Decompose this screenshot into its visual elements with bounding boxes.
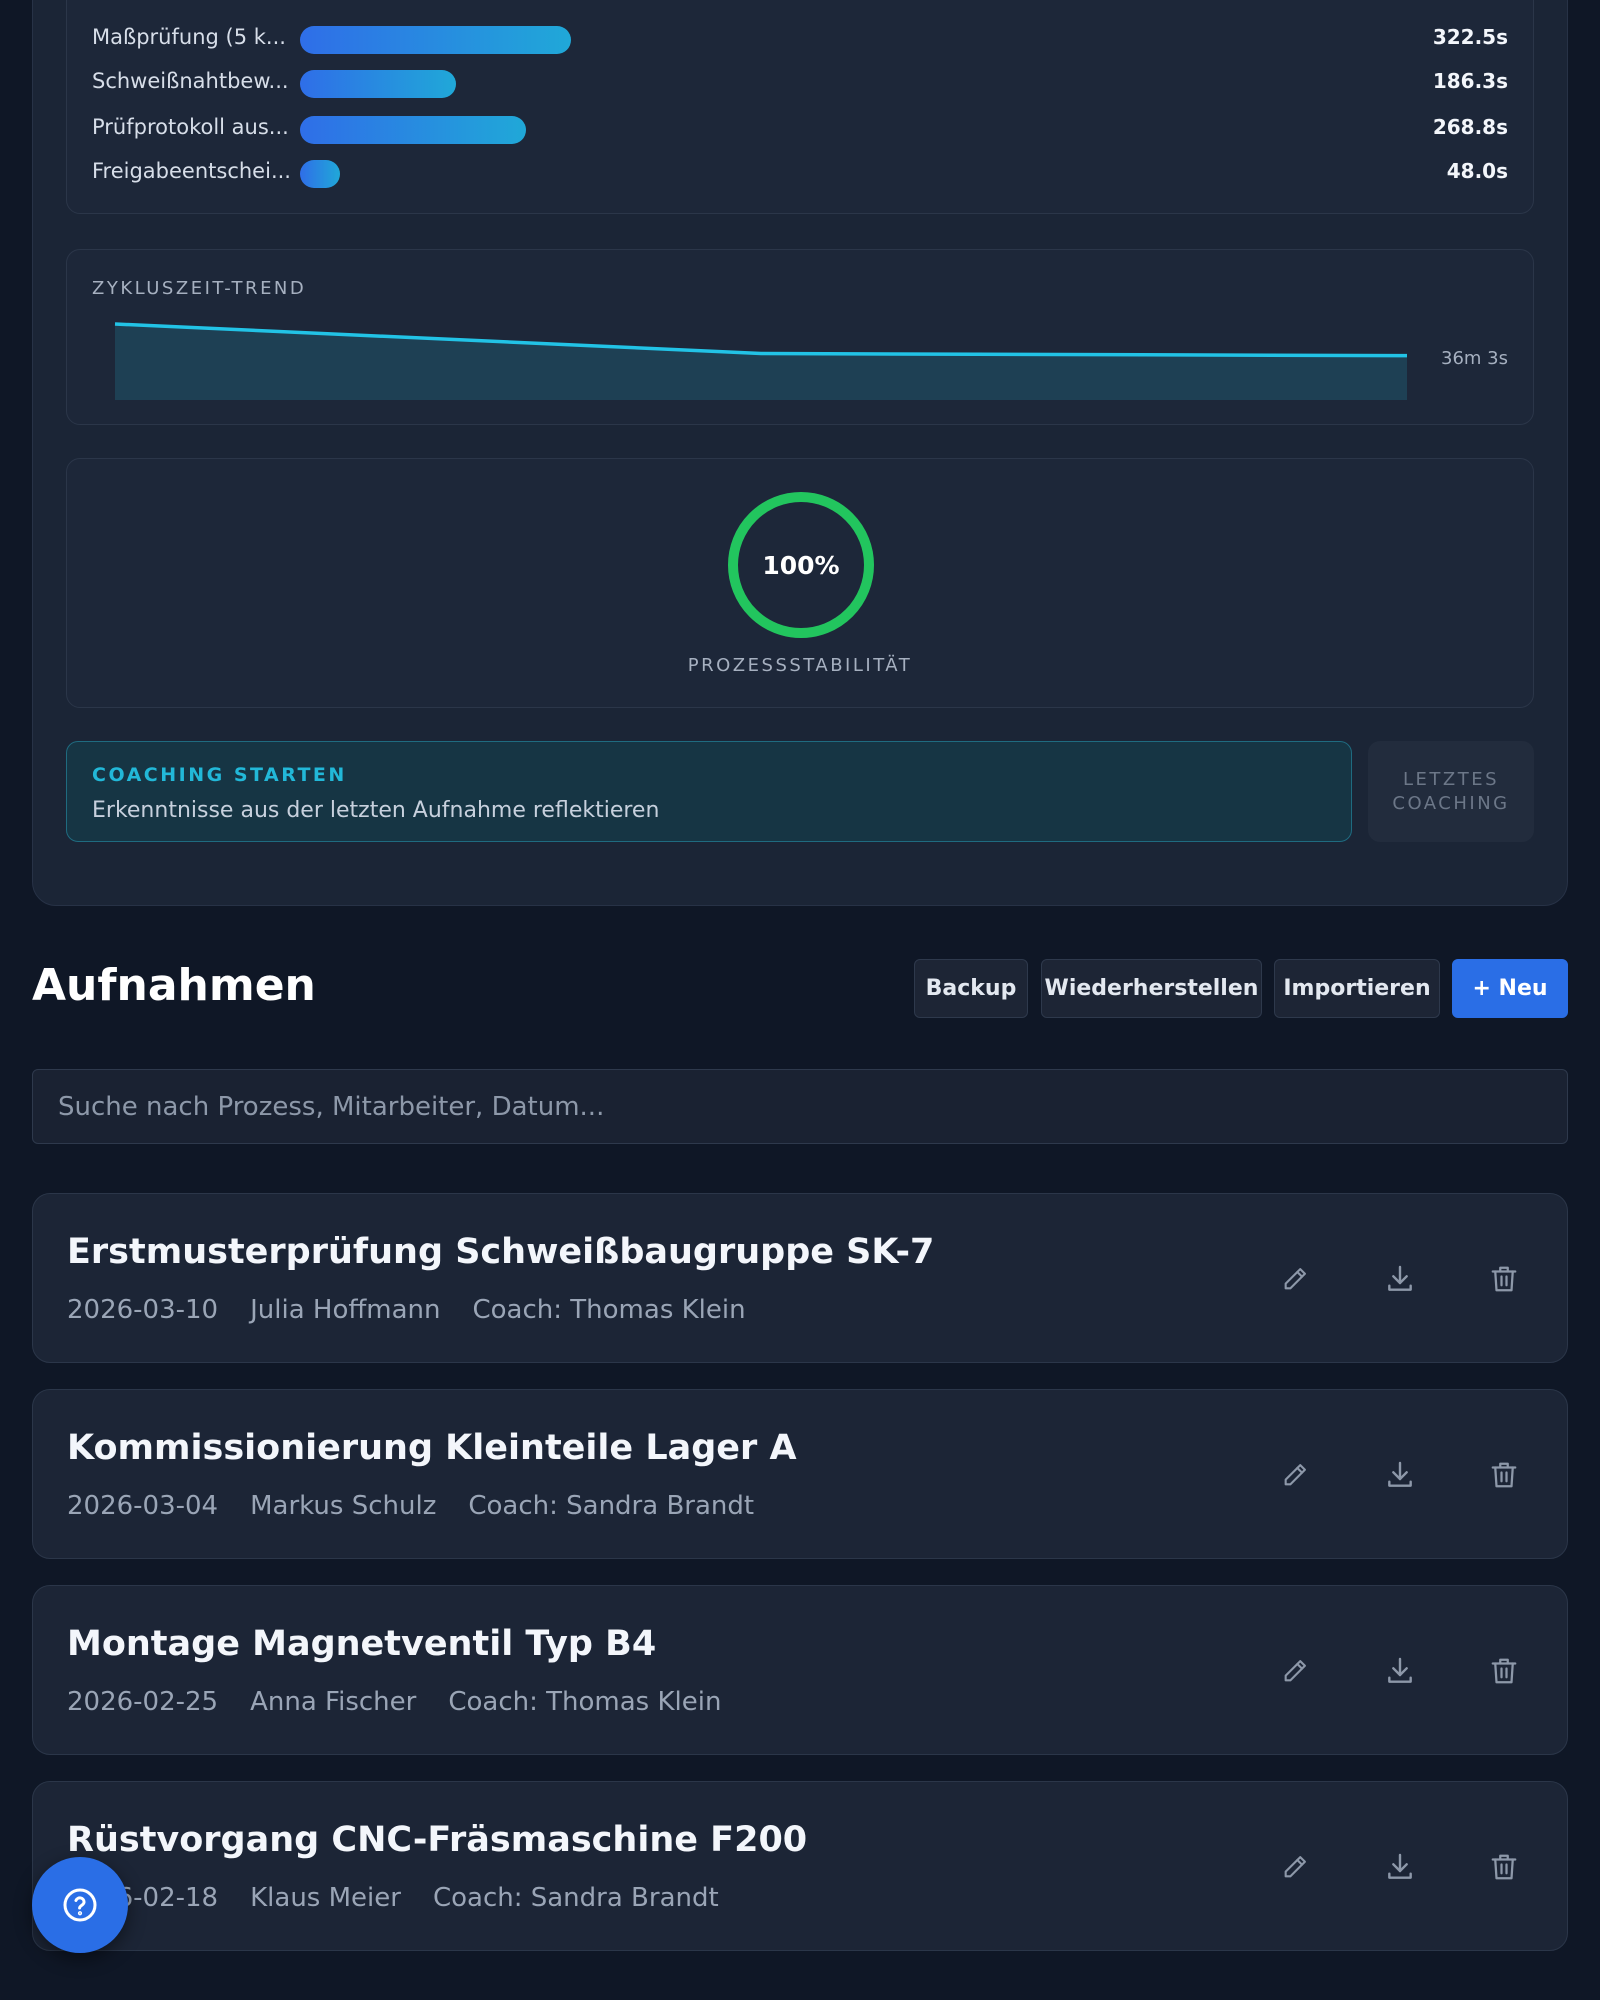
pencil-icon xyxy=(1284,1268,1306,1290)
trash-icon xyxy=(1491,1854,1517,1880)
step-bar xyxy=(300,26,571,54)
recording-coach: Coach: Sandra Brandt xyxy=(468,1491,755,1521)
recording-title: Rüstvorgang CNC-Fräsmaschine F200 xyxy=(67,1820,808,1860)
download-icon xyxy=(1388,1265,1412,1291)
recording-meta: 2026-03-04 Markus Schulz Coach: Sandra Bra… xyxy=(67,1491,786,1521)
trash-icon xyxy=(1491,1266,1517,1292)
delete-button[interactable] xyxy=(1482,1649,1526,1693)
pencil-icon xyxy=(1284,1856,1306,1878)
step-bar-track xyxy=(300,116,1320,144)
delete-button[interactable] xyxy=(1482,1257,1526,1301)
help-button[interactable] xyxy=(32,1857,128,1953)
step-label: Maßprüfung (5 k... xyxy=(92,25,286,49)
step-value: 186.3s xyxy=(1432,69,1508,93)
import-button[interactable]: Importieren xyxy=(1274,959,1440,1018)
trend-last-value: 36m 3s xyxy=(1441,348,1508,369)
download-button[interactable] xyxy=(1378,1845,1422,1889)
recording-employee: Markus Schulz xyxy=(250,1491,437,1521)
question-circle-icon xyxy=(63,1888,97,1922)
start-coaching-button[interactable]: COACHING STARTEN Erkenntnisse aus der le… xyxy=(66,741,1352,842)
recording-employee: Julia Hoffmann xyxy=(250,1295,441,1325)
edit-button[interactable] xyxy=(1273,1453,1317,1497)
download-button[interactable] xyxy=(1378,1257,1422,1301)
start-coaching-subtitle: Erkenntnisse aus der letzten Aufnahme re… xyxy=(92,798,660,823)
download-icon xyxy=(1388,1461,1412,1487)
recording-date: 2026-03-10 xyxy=(67,1295,219,1325)
trend-chart xyxy=(114,322,1408,400)
cycle-time-trend-card: ZYKLUSZEIT-TREND 36m 3s xyxy=(66,249,1534,425)
recording-date: 2026-02-25 xyxy=(67,1687,219,1717)
step-bar-track xyxy=(300,70,1320,98)
recording-coach: Coach: Thomas Klein xyxy=(472,1295,746,1325)
step-row: Prüfprotokoll aus... 268.8s xyxy=(92,111,1508,145)
recording-employee: Klaus Meier xyxy=(250,1883,401,1913)
step-value: 48.0s xyxy=(1446,159,1508,183)
step-bar-track xyxy=(300,160,1320,188)
recording-meta: 2026-02-18 Klaus Meier Coach: Sandra Brand… xyxy=(67,1883,751,1913)
new-recording-button[interactable]: + Neu xyxy=(1452,959,1568,1018)
download-button[interactable] xyxy=(1378,1649,1422,1693)
download-icon xyxy=(1388,1853,1412,1879)
step-row: Freigabeentschei... 48.0s xyxy=(92,155,1508,189)
step-durations-card: Maßprüfung (5 k... 322.5s Schweißnahtbew… xyxy=(66,0,1534,214)
recording-employee: Anna Fischer xyxy=(250,1687,417,1717)
recording-card[interactable]: Erstmusterprüfung Schweißbaugruppe SK-7 … xyxy=(32,1193,1568,1363)
edit-button[interactable] xyxy=(1273,1845,1317,1889)
download-button[interactable] xyxy=(1378,1453,1422,1497)
last-coaching-button[interactable]: LETZTES COACHING xyxy=(1368,741,1534,842)
recording-title: Erstmusterprüfung Schweißbaugruppe SK-7 xyxy=(67,1232,935,1272)
page: Maßprüfung (5 k... 322.5s Schweißnahtbew… xyxy=(0,0,1600,2000)
pencil-icon xyxy=(1284,1464,1306,1486)
stability-percent: 100% xyxy=(762,550,840,580)
step-bar-track xyxy=(300,26,1320,54)
pencil-icon xyxy=(1284,1660,1306,1682)
step-row: Maßprüfung (5 k... 322.5s xyxy=(92,21,1508,55)
step-row: Schweißnahtbew... 186.3s xyxy=(92,65,1508,99)
recording-title: Montage Magnetventil Typ B4 xyxy=(67,1624,657,1664)
edit-button[interactable] xyxy=(1273,1257,1317,1301)
stability-label: PROZESSSTABILITÄT xyxy=(687,655,913,676)
delete-button[interactable] xyxy=(1482,1453,1526,1497)
recording-card[interactable]: Montage Magnetventil Typ B4 2026-02-25 An… xyxy=(32,1585,1568,1755)
recording-card[interactable]: Rüstvorgang CNC-Fräsmaschine F200 2026-0… xyxy=(32,1781,1568,1951)
step-bar xyxy=(300,116,526,144)
trash-icon xyxy=(1491,1462,1517,1488)
trash-icon xyxy=(1491,1658,1517,1684)
step-bar xyxy=(300,70,457,98)
step-bar xyxy=(300,160,341,188)
restore-button[interactable]: Wiederherstellen xyxy=(1041,959,1262,1018)
recording-title: Kommissionierung Kleinteile Lager A xyxy=(67,1428,797,1468)
step-value: 322.5s xyxy=(1432,25,1508,49)
recording-meta: 2026-02-25 Anna Fischer Coach: Thomas Klei… xyxy=(67,1687,753,1717)
step-value: 268.8s xyxy=(1432,115,1508,139)
process-stability-card: 100% PROZESSSTABILITÄT xyxy=(66,458,1534,708)
download-icon xyxy=(1388,1657,1412,1683)
step-label: Freigabeentschei... xyxy=(92,159,291,183)
last-coaching-label: LETZTES COACHING xyxy=(1392,768,1510,814)
recording-coach: Coach: Thomas Klein xyxy=(448,1687,722,1717)
step-label: Prüfprotokoll aus... xyxy=(92,115,289,139)
start-coaching-title: COACHING STARTEN xyxy=(92,764,347,786)
edit-button[interactable] xyxy=(1273,1649,1317,1693)
delete-button[interactable] xyxy=(1482,1845,1526,1889)
recording-coach: Coach: Sandra Brandt xyxy=(432,1883,719,1913)
search-input[interactable] xyxy=(32,1069,1568,1144)
recording-card[interactable]: Kommissionierung Kleinteile Lager A 2026… xyxy=(32,1389,1568,1559)
recordings-title: Aufnahmen xyxy=(32,960,316,1011)
recording-meta: 2026-03-10 Julia Hoffmann Coach: Thomas Kl… xyxy=(67,1295,778,1325)
step-label: Schweißnahtbew... xyxy=(92,69,289,93)
trend-area xyxy=(115,324,1407,400)
backup-button[interactable]: Backup xyxy=(914,959,1028,1018)
recording-date: 2026-03-04 xyxy=(67,1491,219,1521)
